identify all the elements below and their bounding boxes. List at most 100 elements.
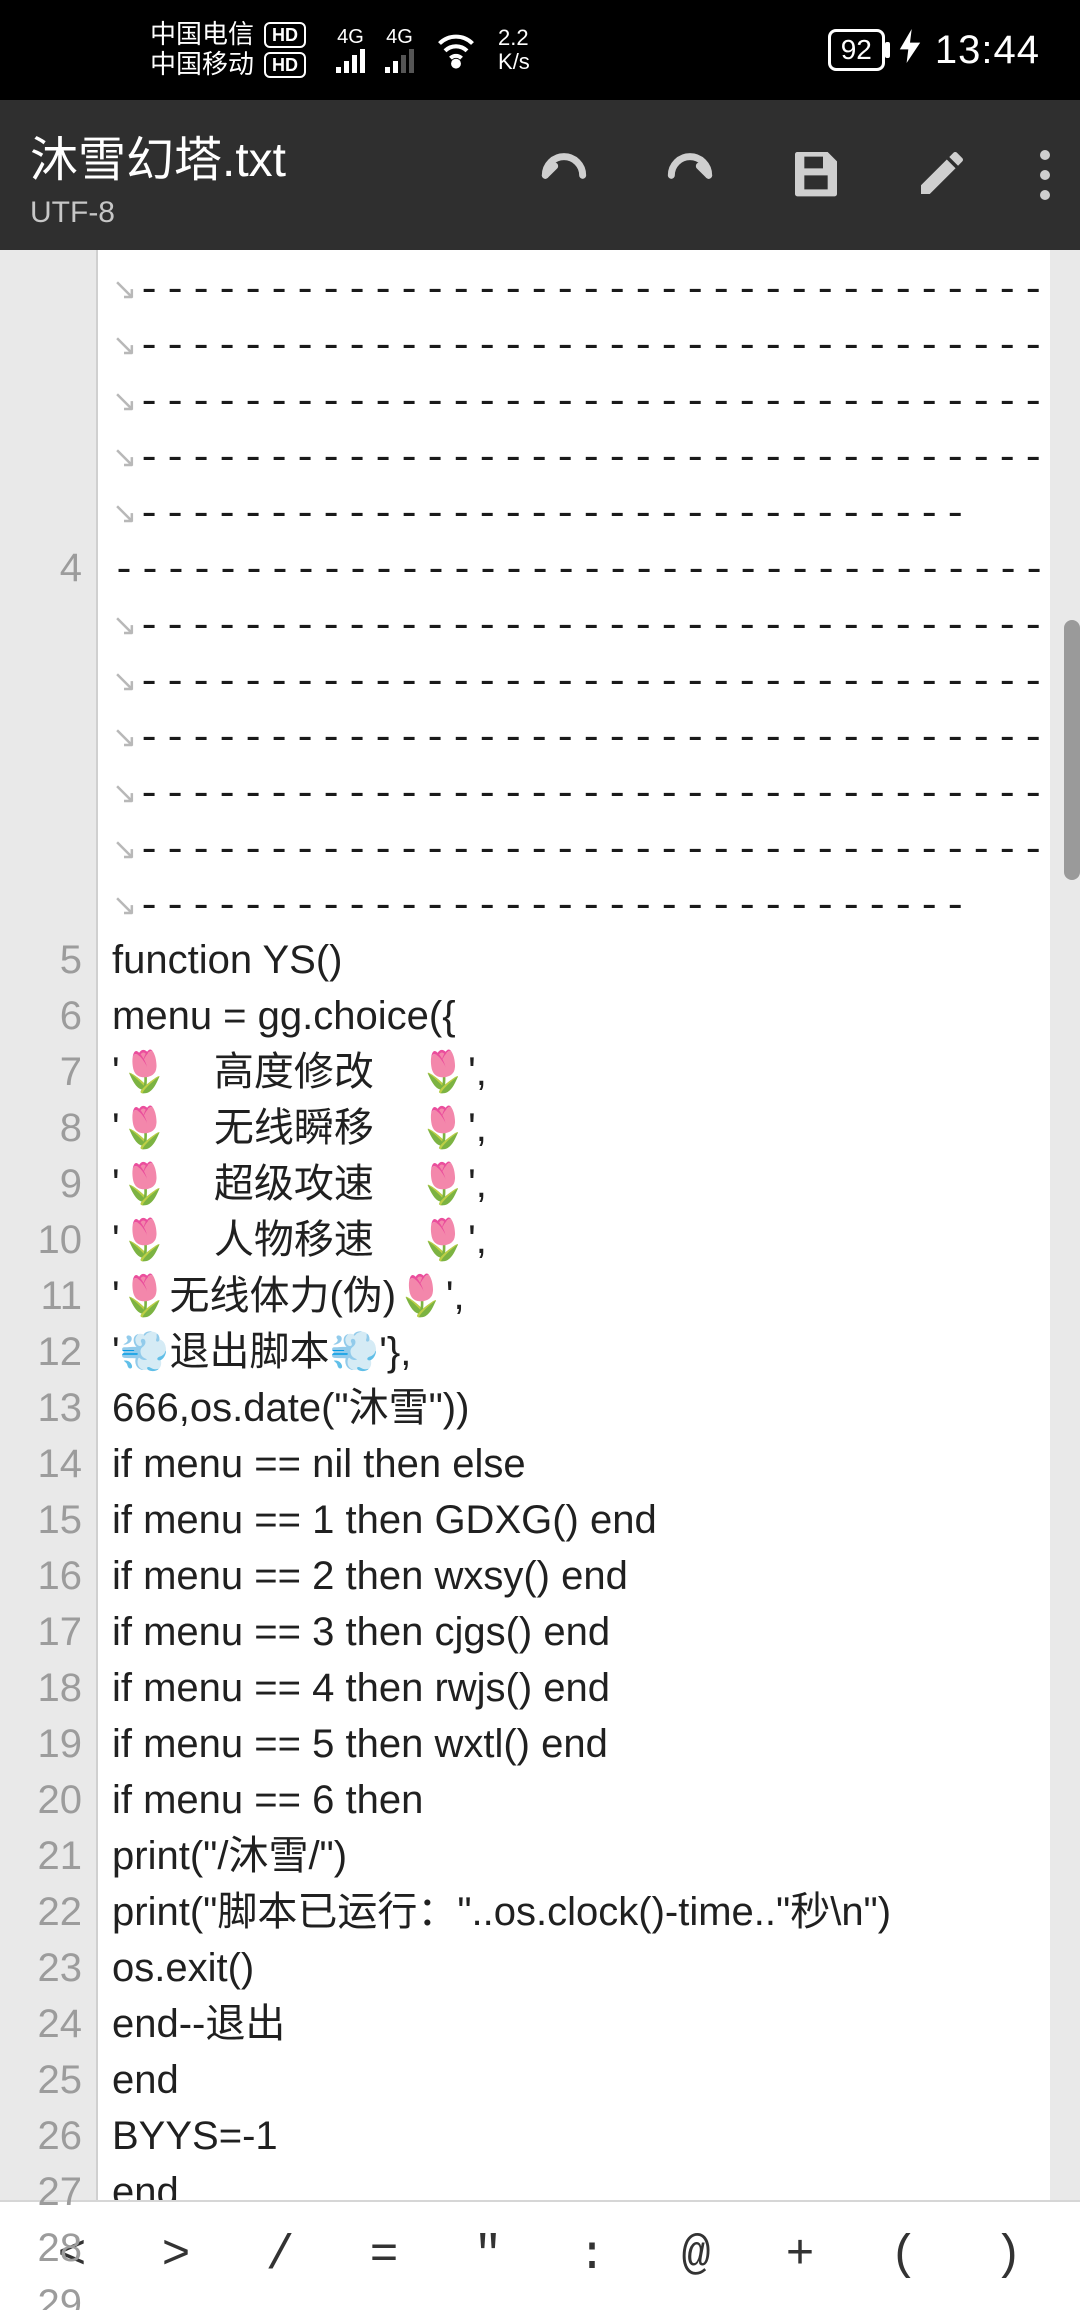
status-bar: 中国电信 HD 中国移动 HD 4G 4G 2.2 K/s 92 xyxy=(0,0,1080,100)
code-line: if menu == 4 then rwjs() end xyxy=(112,1660,1032,1716)
wrapped-dash-line: ↘---------------------------------------… xyxy=(112,428,1032,484)
code-line: '🌷 人物移速 🌷', xyxy=(112,1212,1032,1268)
line-number: 11 xyxy=(0,1268,82,1324)
symbol-key[interactable]: ( xyxy=(852,2229,956,2283)
file-title: 沐雪幻塔.txt xyxy=(30,120,286,190)
code-line: end xyxy=(112,2052,1032,2108)
code-line: end--退出 xyxy=(112,1996,1032,2052)
net-speed: 2.2 K/s xyxy=(498,26,530,74)
code-line: print("/沐雪/") xyxy=(112,1828,1032,1884)
line-number xyxy=(0,596,82,652)
wrapped-dash-line: ↘---------------------------------------… xyxy=(112,372,1032,428)
line-number: 9 xyxy=(0,1156,82,1212)
wrapped-dash-line: ↘---------------------------------------… xyxy=(112,652,1032,708)
code-line: if menu == 5 then wxtl() end xyxy=(112,1716,1032,1772)
code-line: end xyxy=(112,2164,1032,2200)
overflow-menu-button[interactable] xyxy=(1040,150,1050,200)
line-number: 5 xyxy=(0,932,82,988)
wrapped-dash-line: ↘-------------------------------- xyxy=(112,484,1032,540)
line-number: 21 xyxy=(0,1828,82,1884)
line-number: 27 xyxy=(0,2164,82,2220)
charging-icon xyxy=(899,29,921,71)
code-line: ----------------------------------------… xyxy=(112,540,1032,596)
symbol-key[interactable]: = xyxy=(332,2229,436,2283)
wrapped-dash-line: ↘---------------------------------------… xyxy=(112,764,1032,820)
code-editor[interactable]: 4567891011121314151617181920212223242526… xyxy=(0,250,1080,2200)
line-number: 13 xyxy=(0,1380,82,1436)
symbol-key[interactable]: / xyxy=(228,2229,332,2283)
wrapped-dash-line: ↘---------------------------------------… xyxy=(112,316,1032,372)
line-number: 7 xyxy=(0,1044,82,1100)
code-line: '🌷 无线瞬移 🌷', xyxy=(112,1100,1032,1156)
scroll-thumb[interactable] xyxy=(1064,620,1080,880)
code-line: function YS() xyxy=(112,932,1032,988)
line-number xyxy=(0,316,82,372)
signal-2: 4G xyxy=(385,27,414,73)
line-number xyxy=(0,708,82,764)
app-toolbar: 沐雪幻塔.txt UTF-8 xyxy=(0,100,1080,250)
code-line: if menu == nil then else xyxy=(112,1436,1032,1492)
line-number: 6 xyxy=(0,988,82,1044)
line-number: 8 xyxy=(0,1100,82,1156)
line-number xyxy=(0,652,82,708)
symbol-toolbar: <>/=":@+() xyxy=(0,2200,1080,2310)
save-button[interactable] xyxy=(788,145,844,206)
redo-button[interactable] xyxy=(662,145,718,206)
line-number: 26 xyxy=(0,2108,82,2164)
code-line: if menu == 1 then GDXG() end xyxy=(112,1492,1032,1548)
code-content[interactable]: ↘---------------------------------------… xyxy=(96,250,1050,2200)
hd-badge-1: HD xyxy=(264,22,306,48)
line-number: 4 xyxy=(0,540,82,596)
carrier-2: 中国移动 xyxy=(150,50,254,80)
carrier-1: 中国电信 xyxy=(150,20,254,50)
line-number: 28 xyxy=(0,2220,82,2276)
code-line: os.exit() xyxy=(112,1940,1032,1996)
line-number xyxy=(0,428,82,484)
line-number: 20 xyxy=(0,1772,82,1828)
symbol-key[interactable]: " xyxy=(436,2229,540,2283)
signal-1: 4G xyxy=(336,27,365,73)
wrapped-dash-line: ↘---------------------------------------… xyxy=(112,260,1032,316)
code-line: 666,os.date("沐雪")) xyxy=(112,1380,1032,1436)
line-number-gutter: 4567891011121314151617181920212223242526… xyxy=(0,250,96,2200)
symbol-key[interactable]: + xyxy=(748,2229,852,2283)
wrapped-dash-line: ↘---------------------------------------… xyxy=(112,820,1032,876)
code-line: BYYS=-1 xyxy=(112,2108,1032,2164)
signal-cluster: 4G 4G 2.2 K/s xyxy=(336,23,530,77)
line-number: 19 xyxy=(0,1716,82,1772)
wrapped-dash-line: ↘---------------------------------------… xyxy=(112,708,1032,764)
code-line: if menu == 2 then wxsy() end xyxy=(112,1548,1032,1604)
code-line: '🌷无线体力(伪)🌷', xyxy=(112,1268,1032,1324)
line-number: 29 xyxy=(0,2276,82,2310)
code-line: print("脚本已运行："..os.clock()-time.."秒\n") xyxy=(112,1884,1032,1940)
hd-badge-2: HD xyxy=(264,52,306,78)
line-number: 10 xyxy=(0,1212,82,1268)
line-number: 15 xyxy=(0,1492,82,1548)
code-line: '🌷 超级攻速 🌷', xyxy=(112,1156,1032,1212)
line-number: 23 xyxy=(0,1940,82,1996)
line-number xyxy=(0,260,82,316)
symbol-key[interactable]: : xyxy=(540,2229,644,2283)
code-line: '💨退出脚本💨'}, xyxy=(112,1324,1032,1380)
file-encoding: UTF-8 xyxy=(30,196,286,230)
wrapped-dash-line: ↘-------------------------------- xyxy=(112,876,1032,932)
symbol-key[interactable]: @ xyxy=(644,2229,748,2283)
line-number xyxy=(0,820,82,876)
line-number: 17 xyxy=(0,1604,82,1660)
line-number: 16 xyxy=(0,1548,82,1604)
code-line: menu = gg.choice({ xyxy=(112,988,1032,1044)
battery-indicator: 92 xyxy=(828,29,885,71)
line-number: 22 xyxy=(0,1884,82,1940)
symbol-key[interactable]: > xyxy=(124,2229,228,2283)
line-number xyxy=(0,484,82,540)
wifi-icon xyxy=(434,27,478,81)
wrapped-dash-line: ↘---------------------------------------… xyxy=(112,596,1032,652)
undo-button[interactable] xyxy=(536,145,592,206)
edit-button[interactable] xyxy=(914,145,970,206)
code-line: '🌷 高度修改 🌷', xyxy=(112,1044,1032,1100)
line-number: 18 xyxy=(0,1660,82,1716)
line-number: 24 xyxy=(0,1996,82,2052)
symbol-key[interactable]: ) xyxy=(956,2229,1060,2283)
line-number: 25 xyxy=(0,2052,82,2108)
line-number: 12 xyxy=(0,1324,82,1380)
